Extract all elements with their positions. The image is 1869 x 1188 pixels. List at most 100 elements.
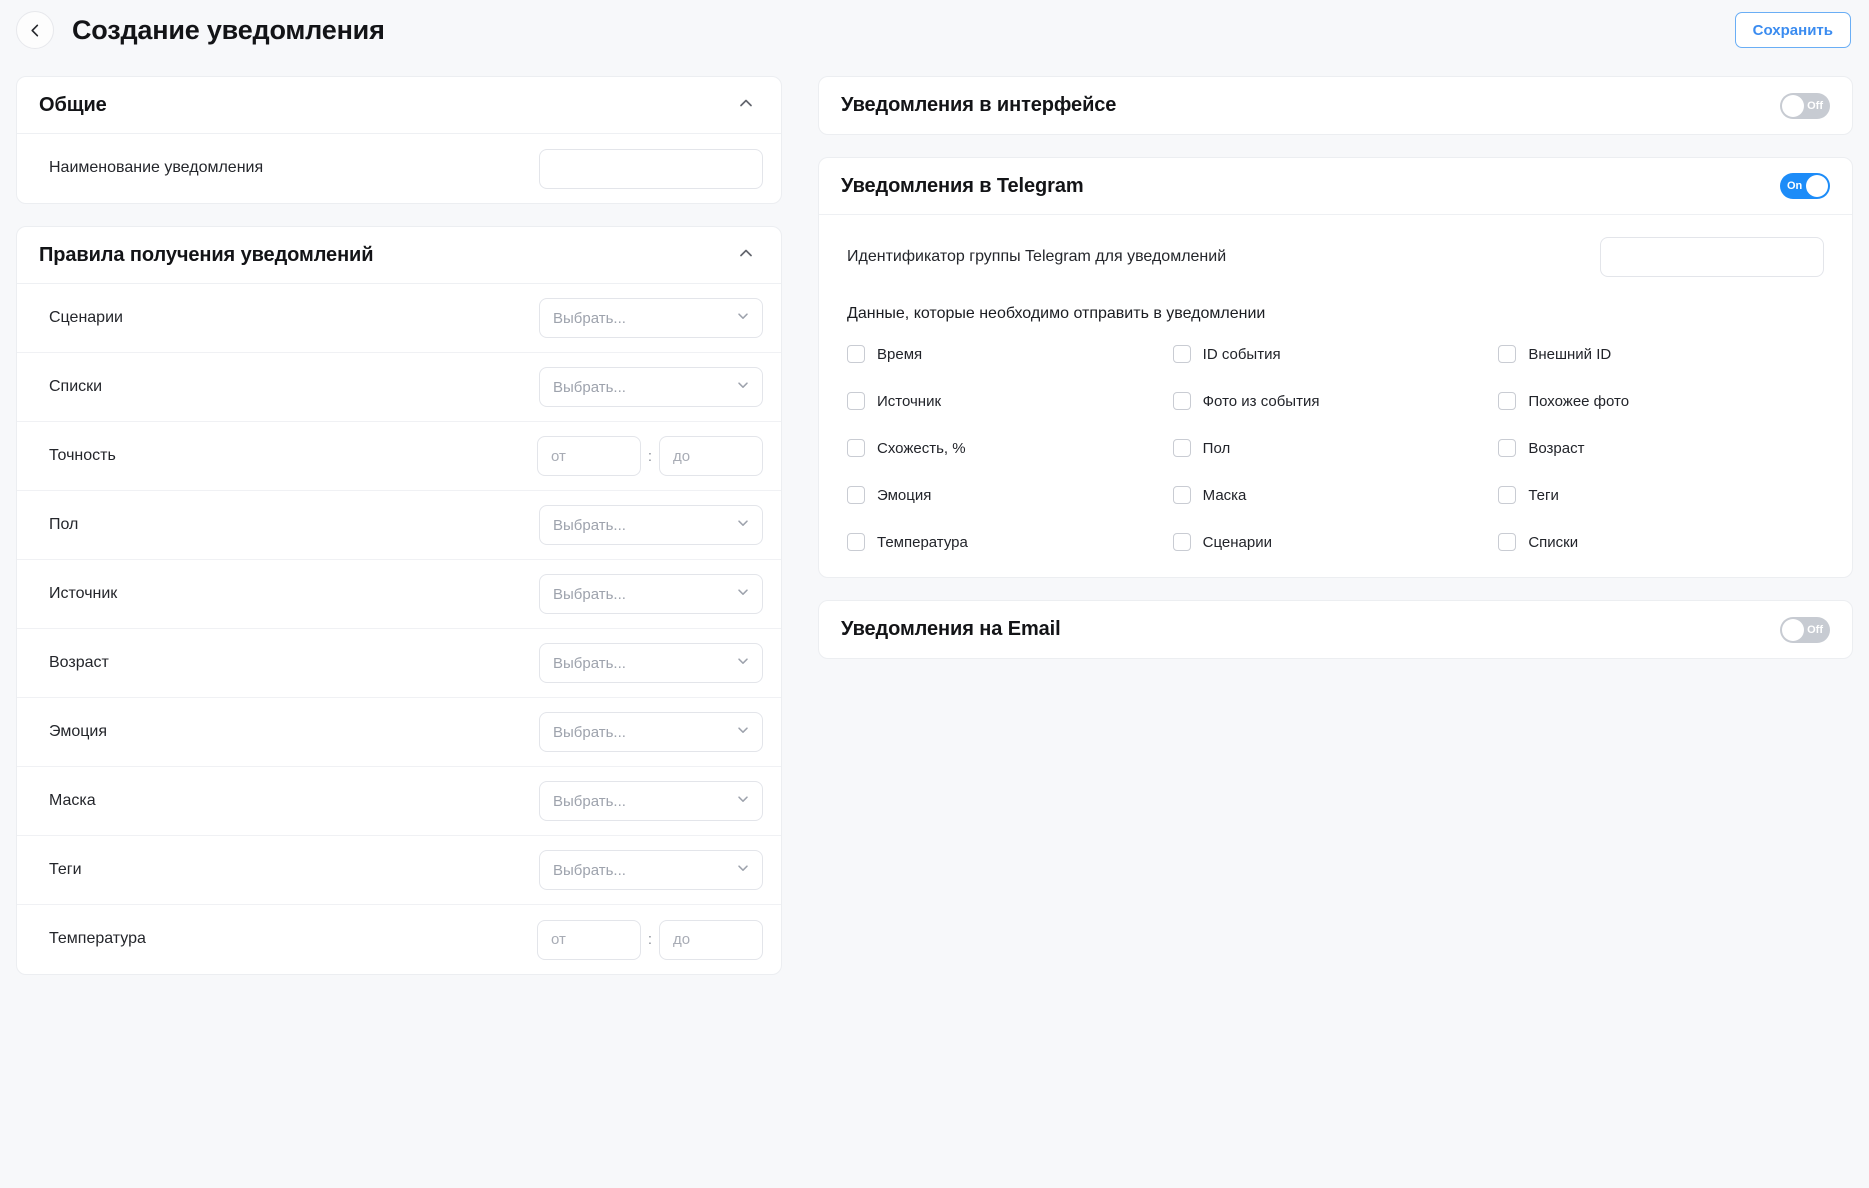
- rule-select[interactable]: Выбрать...: [539, 505, 763, 545]
- interface-notifications-header: Уведомления в интерфейсе Off: [819, 77, 1852, 134]
- rule-select-value: Выбрать...: [553, 723, 626, 741]
- rule-row-label: Температура: [49, 930, 146, 948]
- rule-select[interactable]: Выбрать...: [539, 850, 763, 890]
- telegram-data-checkbox[interactable]: Возраст: [1498, 439, 1824, 457]
- telegram-data-checkbox[interactable]: Сценарии: [1172, 533, 1499, 551]
- notification-name-input[interactable]: [539, 148, 763, 189]
- checkbox-label: Теги: [1528, 486, 1559, 504]
- checkbox-box[interactable]: [1172, 439, 1191, 457]
- checkbox-label: Схожесть, %: [877, 439, 966, 457]
- telegram-group-id-input[interactable]: [1600, 237, 1824, 277]
- rule-select[interactable]: Выбрать...: [539, 781, 763, 821]
- general-card-header: Общие: [17, 77, 781, 134]
- telegram-data-checkbox[interactable]: Теги: [1498, 486, 1824, 504]
- rule-select[interactable]: Выбрать...: [539, 298, 763, 338]
- rule-row-control: Выбрать...: [539, 367, 763, 407]
- checkbox-box[interactable]: [847, 533, 865, 551]
- checkbox-box[interactable]: [1498, 486, 1517, 504]
- rule-range: :: [537, 436, 763, 476]
- telegram-data-checkbox[interactable]: ID события: [1172, 345, 1499, 363]
- checkbox-box[interactable]: [847, 439, 865, 457]
- rule-row-control: Выбрать...: [539, 850, 763, 890]
- telegram-notifications-header: Уведомления в Telegram On: [819, 158, 1852, 215]
- checkbox-label: Пол: [1202, 439, 1231, 457]
- rule-select[interactable]: Выбрать...: [539, 574, 763, 614]
- rule-range-from-input[interactable]: [537, 436, 641, 476]
- telegram-checkbox-grid: Время ID события Внешний ID Источник Фото из…: [847, 345, 1824, 551]
- rule-select-value: Выбрать...: [553, 792, 626, 810]
- checkbox-box[interactable]: [1498, 533, 1517, 551]
- save-button[interactable]: Сохранить: [1734, 12, 1851, 48]
- rule-range-from-input[interactable]: [537, 919, 641, 960]
- rules-collapse-toggle[interactable]: [733, 242, 759, 268]
- checkbox-label: Списки: [1528, 533, 1579, 551]
- telegram-data-checkbox[interactable]: Фото из события: [1172, 392, 1499, 410]
- telegram-group-id-row: Идентификатор группы Telegram для уведом…: [847, 237, 1824, 277]
- checkbox-box[interactable]: [1498, 439, 1517, 457]
- right-column: Уведомления в интерфейсе Off Уведомления…: [818, 76, 1853, 681]
- rule-row-label: Точность: [49, 446, 116, 464]
- rule-range: :: [537, 919, 763, 960]
- telegram-body: Идентификатор группы Telegram для уведом…: [819, 215, 1852, 577]
- checkbox-box[interactable]: [1498, 345, 1517, 363]
- telegram-data-checkbox[interactable]: Источник: [847, 392, 1173, 410]
- rule-row-label: Эмоция: [49, 722, 107, 740]
- rule-row-control: Выбрать...: [539, 643, 763, 683]
- checkbox-box[interactable]: [847, 345, 865, 363]
- chevron-down-icon: [735, 308, 751, 329]
- general-card-title: Общие: [39, 93, 107, 116]
- rule-select[interactable]: Выбрать...: [539, 643, 763, 683]
- chevron-left-icon: [28, 23, 43, 38]
- telegram-data-checkbox[interactable]: Внешний ID: [1498, 345, 1824, 363]
- chevron-down-icon: [735, 722, 751, 743]
- general-collapse-toggle[interactable]: [733, 92, 759, 118]
- rule-row-label: Пол: [49, 515, 79, 533]
- chevron-down-icon: [735, 653, 751, 674]
- interface-notifications-toggle[interactable]: Off: [1780, 92, 1830, 119]
- email-notifications-toggle[interactable]: Off: [1780, 616, 1830, 643]
- checkbox-box[interactable]: [1172, 392, 1191, 410]
- rule-range-to-input[interactable]: [659, 436, 763, 476]
- telegram-notifications-toggle[interactable]: On: [1780, 173, 1830, 199]
- rule-row-control: :: [537, 919, 763, 960]
- rules-card: Правила получения уведомлений Сценарии Вы…: [16, 226, 782, 975]
- checkbox-box[interactable]: [1172, 486, 1191, 504]
- rule-row-label: Списки: [49, 377, 103, 395]
- content-area: Общие Наименование уведомления Правила п…: [0, 60, 1869, 1188]
- interface-notifications-card: Уведомления в интерфейсе Off: [818, 76, 1853, 135]
- left-column: Общие Наименование уведомления Правила п…: [16, 76, 782, 997]
- checkbox-label: Эмоция: [877, 486, 932, 504]
- telegram-data-checkbox[interactable]: Списки: [1498, 533, 1824, 551]
- rule-row-control: Выбрать...: [539, 298, 763, 338]
- telegram-data-checkbox[interactable]: Эмоция: [847, 486, 1173, 504]
- telegram-data-checkbox[interactable]: Похожее фото: [1498, 392, 1824, 410]
- rule-row-control: Выбрать...: [539, 781, 763, 821]
- rule-select[interactable]: Выбрать...: [539, 367, 763, 407]
- rule-row: Эмоция Выбрать...: [17, 698, 781, 767]
- rule-range-separator: :: [647, 931, 653, 948]
- telegram-data-checkbox[interactable]: Пол: [1172, 439, 1499, 457]
- checkbox-label: Возраст: [1528, 439, 1585, 457]
- checkbox-box[interactable]: [1172, 345, 1191, 363]
- toggle-state-label: Off: [1807, 623, 1823, 636]
- rule-row-control: Выбрать...: [539, 712, 763, 752]
- telegram-data-checkbox[interactable]: Температура: [847, 533, 1173, 551]
- checkbox-label: Внешний ID: [1528, 345, 1612, 363]
- telegram-data-checkbox[interactable]: Маска: [1172, 486, 1499, 504]
- telegram-data-checkbox[interactable]: Схожесть, %: [847, 439, 1173, 457]
- rule-row-control: Выбрать...: [539, 505, 763, 545]
- rule-select[interactable]: Выбрать...: [539, 712, 763, 752]
- checkbox-box[interactable]: [1172, 533, 1191, 551]
- rule-row-control: :: [537, 436, 763, 476]
- checkbox-box[interactable]: [1498, 392, 1517, 410]
- telegram-data-checkbox[interactable]: Время: [847, 345, 1173, 363]
- notification-name-row: Наименование уведомления: [17, 134, 781, 203]
- checkbox-box[interactable]: [847, 486, 865, 504]
- telegram-group-id-label: Идентификатор группы Telegram для уведом…: [847, 247, 1227, 265]
- back-button[interactable]: [16, 11, 54, 49]
- checkbox-label: Сценарии: [1202, 533, 1272, 551]
- rule-range-to-input[interactable]: [659, 919, 763, 960]
- chevron-down-icon: [735, 860, 751, 881]
- checkbox-box[interactable]: [847, 392, 865, 410]
- chevron-up-icon: [737, 244, 755, 267]
